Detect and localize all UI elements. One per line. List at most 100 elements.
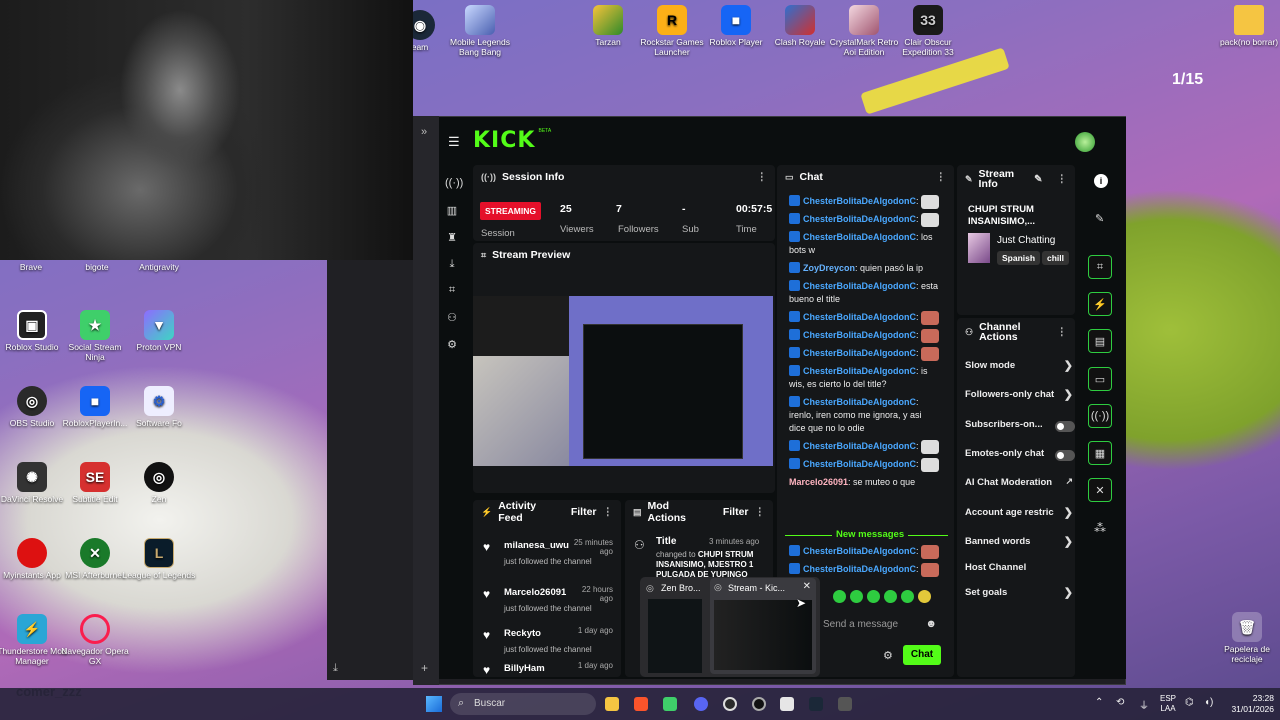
activity-user[interactable]: BillyHam xyxy=(504,663,545,674)
app-icon[interactable] xyxy=(663,697,677,711)
desktop-icon-msi-afterburner[interactable]: ✕ MSI Afterburner xyxy=(58,538,132,580)
wrench-tool-button[interactable]: ✕ xyxy=(1088,478,1112,502)
discord-icon[interactable] xyxy=(694,697,708,711)
emote-icon[interactable] xyxy=(901,590,914,603)
microphone-icon[interactable]: ⏚ xyxy=(1139,697,1149,712)
desktop-icon-software-fo[interactable]: ⚙ Software Fo xyxy=(122,386,196,428)
chat-username[interactable]: ChesterBolitaDeAlgodonC xyxy=(803,546,916,556)
slow-mode-row[interactable]: Slow mode ❯ xyxy=(965,360,1073,374)
trophy-icon[interactable]: ♜ xyxy=(445,231,459,245)
subscribers-only-toggle[interactable] xyxy=(1055,421,1075,432)
more-options-icon[interactable]: ⋮ xyxy=(1057,173,1068,185)
menu-icon[interactable]: ☰ xyxy=(448,134,460,150)
capture-icon[interactable]: ⌗ xyxy=(445,284,459,298)
more-options-icon[interactable]: ⋮ xyxy=(757,171,768,183)
emote-icon[interactable] xyxy=(833,590,846,603)
chat-username[interactable]: ChesterBolitaDeAlgodonC xyxy=(803,312,916,322)
user-avatar[interactable] xyxy=(1075,132,1095,152)
settings-icon[interactable]: ⚙ xyxy=(445,338,459,352)
users-icon[interactable]: ⚇ xyxy=(445,311,459,325)
banned-words-row[interactable]: Banned words ❯ xyxy=(965,536,1073,550)
taskbar-search[interactable]: ⌕ Buscar xyxy=(450,693,596,715)
desktop-icon-league[interactable]: L League of Legends xyxy=(122,538,196,580)
emote-icon[interactable] xyxy=(867,590,880,603)
start-button[interactable] xyxy=(426,696,442,712)
chat-username[interactable]: ChesterBolitaDeAlgodonC xyxy=(803,330,916,340)
download-icon[interactable]: ⤓ xyxy=(445,258,459,272)
emote-icon[interactable] xyxy=(884,590,897,603)
emotes-only-toggle[interactable] xyxy=(1055,450,1075,461)
desktop-icon-antigravity[interactable]: Antigravity xyxy=(122,262,196,272)
activity-user[interactable]: milanesa_uwu xyxy=(504,540,569,551)
chat-username[interactable]: ZoyDreycon xyxy=(803,263,855,273)
desktop-icon-zen[interactable]: ◎ Zen xyxy=(122,462,196,504)
language-indicator[interactable]: ESP LAA xyxy=(1160,694,1176,714)
followers-only-row[interactable]: Followers-only chat ❯ xyxy=(965,389,1073,403)
edit-icon[interactable]: ✎ xyxy=(1095,212,1104,225)
host-channel-row[interactable]: Host Channel xyxy=(965,562,1069,576)
tray-app-icon[interactable]: ⟲ xyxy=(1116,697,1124,708)
broadcast-tool-button[interactable]: ((·)) xyxy=(1088,404,1112,428)
desktop-icon-roblox-installer[interactable]: ■ RobloxPlayerIn... xyxy=(58,386,132,428)
desktop-icon-recycle-bin[interactable]: 🗑 Papelera de reciclaje xyxy=(1210,612,1280,664)
chat-username[interactable]: ChesterBolitaDeAlgodonC xyxy=(803,348,916,358)
steam-taskbar-icon[interactable] xyxy=(809,697,823,711)
file-explorer-icon[interactable] xyxy=(605,697,619,711)
more-options-icon[interactable]: ⋮ xyxy=(1057,326,1068,338)
network-icon[interactable]: ⌬ xyxy=(1185,697,1194,708)
zen-taskbar-icon[interactable] xyxy=(752,697,766,711)
chat-username[interactable]: Marcelo26091 xyxy=(789,477,848,487)
chat-username[interactable]: ChesterBolitaDeAlgodonC xyxy=(803,366,916,376)
filter-button[interactable]: Filter xyxy=(723,506,749,518)
app-icon[interactable] xyxy=(838,697,852,711)
desktop-icon-crystalmark[interactable]: CrystalMark Retro Aoi Edition xyxy=(827,5,901,57)
info-icon[interactable]: i xyxy=(1094,174,1108,188)
desktop-icon-brave[interactable]: Brave xyxy=(0,262,62,272)
desktop-icon-opera-gx[interactable]: Navegador Opera GX xyxy=(58,614,132,666)
desktop-icon-tarzan[interactable]: Tarzan xyxy=(571,5,645,47)
more-options-icon[interactable]: ⋮ xyxy=(936,171,947,183)
chat-username[interactable]: ChesterBolitaDeAlgodonC xyxy=(803,397,916,407)
chat-username[interactable]: ChesterBolitaDeAlgodonC xyxy=(803,214,916,224)
obs-add-icon[interactable]: + xyxy=(421,661,428,675)
desktop-icon-pack-folder[interactable]: pack(no borrar) xyxy=(1212,5,1280,47)
emote-icon[interactable] xyxy=(918,590,931,603)
expand-icon[interactable]: » xyxy=(421,126,427,138)
tag-badge[interactable]: chill xyxy=(1042,251,1070,265)
desktop-icon-social-stream-ninja[interactable]: ★ Social Stream Ninja xyxy=(58,310,132,362)
tag-badge[interactable]: Spanish xyxy=(997,251,1041,265)
edit-icon[interactable]: ✎ xyxy=(1034,174,1042,185)
chat-input[interactable]: Send a message ☻ xyxy=(817,615,941,635)
desktop-icon-mobile-legends[interactable]: Mobile Legends Bang Bang xyxy=(443,5,517,57)
kick-stream-preview[interactable]: ◎ Stream - Kic... ✕ xyxy=(710,578,816,674)
media-tool-button[interactable]: ▦ xyxy=(1088,441,1112,465)
obs-download-icon[interactable]: ⤓ xyxy=(333,662,338,675)
analytics-icon[interactable]: ▥ xyxy=(445,204,459,218)
emote-icon[interactable] xyxy=(850,590,863,603)
ai-chat-moderation-row[interactable]: AI Chat Moderation ↗ xyxy=(965,476,1073,491)
kick-logo[interactable]: KICK BETA xyxy=(473,128,551,153)
brave-icon[interactable] xyxy=(634,697,648,711)
volume-icon[interactable]: ◖) xyxy=(1204,697,1213,708)
chat-username[interactable]: ChesterBolitaDeAlgodonC xyxy=(803,564,916,574)
chat-username[interactable]: ChesterBolitaDeAlgodonC xyxy=(803,196,916,206)
clock[interactable]: 23:28 31/01/2026 xyxy=(1220,693,1274,715)
capture-tool-button[interactable]: ⌗ xyxy=(1088,255,1112,279)
chat-tool-button[interactable]: ▭ xyxy=(1088,367,1112,391)
chat-username[interactable]: ChesterBolitaDeAlgodonC xyxy=(803,441,916,451)
more-options-icon[interactable]: ⋮ xyxy=(603,506,614,518)
app-icon[interactable] xyxy=(780,697,794,711)
desktop-icon-clash-royale[interactable]: Clash Royale xyxy=(763,5,837,47)
chat-username[interactable]: ChesterBolitaDeAlgodonC xyxy=(803,232,916,242)
bolt-tool-button[interactable]: ⚡ xyxy=(1088,292,1112,316)
chat-username[interactable]: ChesterBolitaDeAlgodonC xyxy=(803,281,916,291)
notes-tool-button[interactable]: ▤ xyxy=(1088,329,1112,353)
chat-settings-icon[interactable]: ⚙ xyxy=(883,649,893,662)
set-goals-row[interactable]: Set goals ❯ xyxy=(965,587,1073,601)
close-icon[interactable]: ✕ xyxy=(803,581,811,592)
desktop-icon-rockstar[interactable]: R Rockstar Games Launcher xyxy=(635,5,709,57)
desktop-icon-clair-obscur[interactable]: 33 Clair Obscur Expedition 33 xyxy=(891,5,965,57)
more-options-icon[interactable]: ⋮ xyxy=(755,506,766,518)
emoji-picker-icon[interactable]: ☻ xyxy=(925,618,937,630)
broadcast-icon[interactable]: ((·)) xyxy=(445,177,463,191)
